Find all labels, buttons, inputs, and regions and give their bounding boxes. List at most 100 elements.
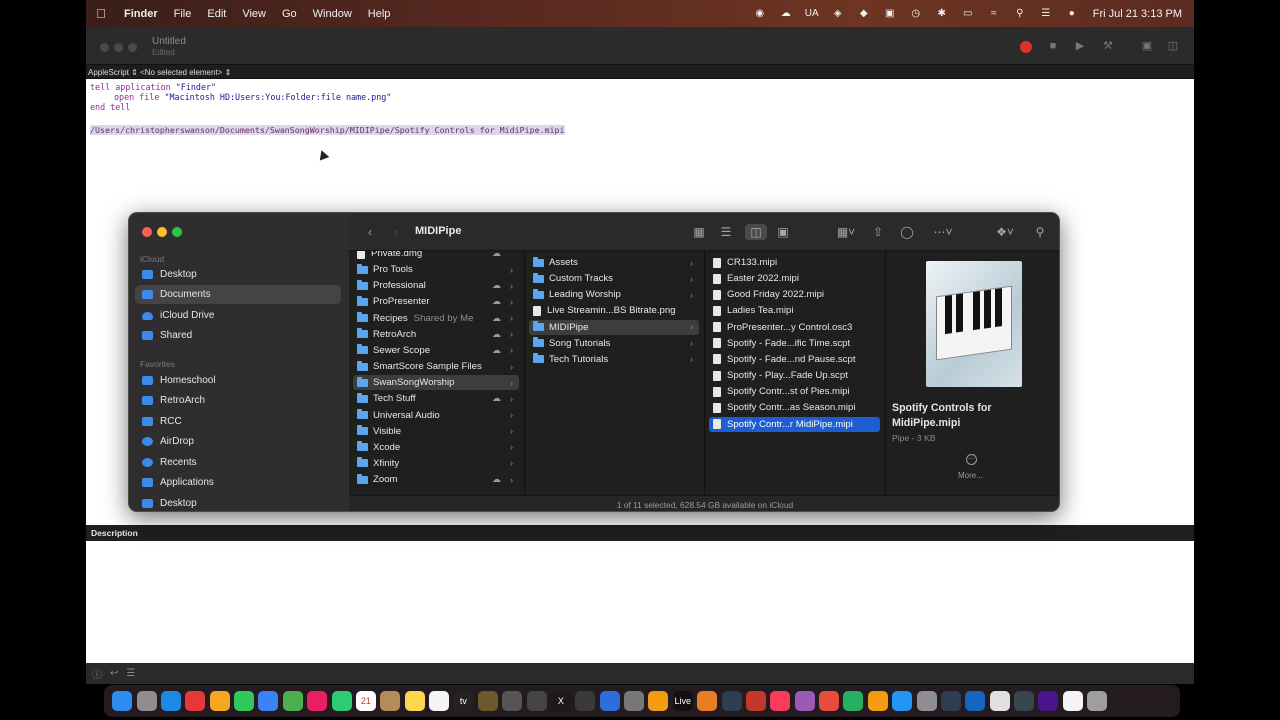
finder-icon[interactable] (112, 691, 133, 711)
battery-icon[interactable]: ▭ (955, 8, 981, 19)
folder-row[interactable]: Song Tutorials › (529, 336, 699, 351)
cloud-download-icon[interactable]: ☁ (492, 280, 501, 291)
reply-icon[interactable]: ↩ (110, 668, 118, 679)
messages-icon[interactable] (234, 691, 255, 711)
cloud-download-icon[interactable]: ☁ (492, 313, 501, 324)
browser-icon[interactable] (965, 691, 986, 711)
file-row[interactable]: ProPresenter...y Control.osc3 (709, 320, 880, 335)
tools-icon[interactable] (575, 691, 596, 711)
script-editor-icon[interactable] (989, 691, 1010, 711)
piano-icon[interactable] (599, 691, 620, 711)
list-icon[interactable]: ☰ (126, 668, 135, 679)
folder-row[interactable]: Tech Stuff ☁ › (353, 391, 519, 406)
menu-window[interactable]: Window (305, 8, 360, 20)
back-chevron-icon[interactable]: ‹ (361, 224, 379, 240)
folder-row[interactable]: Visible › (353, 424, 519, 439)
action-menu-icon[interactable]: ⋯˅ (929, 224, 957, 240)
file-row[interactable]: Live Streamin...BS Bitrate.png (529, 303, 699, 318)
folder-row[interactable]: Zoom ☁ › (353, 472, 519, 487)
menu-view[interactable]: View (234, 8, 274, 20)
folder-row[interactable]: RetroArch ☁ › (353, 327, 519, 342)
sidebar-item-applications[interactable]: Applications (135, 473, 341, 492)
record-icon[interactable]: ◉ (747, 8, 773, 19)
file-row[interactable]: Spotify - Fade...ific Time.scpt (709, 336, 880, 351)
column-view-icon[interactable]: ◫ (745, 224, 767, 240)
sidebar-item-documents[interactable]: Documents (135, 285, 341, 304)
close-button[interactable] (100, 43, 109, 52)
network-icon[interactable]: ◈ (825, 8, 851, 19)
x-icon[interactable]: X (550, 691, 571, 711)
search-icon[interactable]: ⚲ (1007, 8, 1033, 19)
sidebar-item-rcc[interactable]: RCC (135, 412, 341, 431)
folder-row[interactable]: SwanSongWorship › (353, 375, 519, 391)
sidebar-item-desktop[interactable]: Desktop (135, 265, 341, 284)
folder-row[interactable]: Leading Worship › (529, 287, 699, 302)
compile-hammer-icon[interactable]: ⚒ (1101, 39, 1115, 53)
more-button[interactable]: More... (958, 471, 983, 480)
prompter-icon[interactable] (721, 691, 742, 711)
menu-clock[interactable]: Fri Jul 21 3:13 PM (1085, 8, 1194, 20)
share-icon[interactable]: ⇧ (869, 224, 887, 240)
podcasts-icon[interactable] (794, 691, 815, 711)
cloud-download-icon[interactable]: ☁ (492, 296, 501, 307)
xcode-edit-icon[interactable] (526, 691, 547, 711)
menu-app-name[interactable]: Finder (116, 8, 166, 20)
photos-app-icon[interactable] (307, 691, 328, 711)
system-settings-icon[interactable] (916, 691, 937, 711)
cloud-download-icon[interactable]: ☁ (492, 393, 501, 404)
file-row[interactable]: Spotify - Fade...nd Pause.scpt (709, 352, 880, 367)
news-icon[interactable] (819, 691, 840, 711)
menu-go[interactable]: Go (274, 8, 305, 20)
menu-file[interactable]: File (166, 8, 200, 20)
pages-icon[interactable] (867, 691, 888, 711)
music-icon[interactable] (770, 691, 791, 711)
group-by-icon[interactable]: ▦˅ (831, 224, 861, 240)
file-row[interactable]: Spotify - Play...Fade Up.scpt (709, 368, 880, 383)
reminders-icon[interactable] (429, 691, 450, 711)
folder-row[interactable]: Xfinity › (353, 456, 519, 471)
live-icon[interactable]: Live (672, 691, 693, 711)
clock-icon[interactable]: ◷ (903, 8, 929, 19)
mixer-icon[interactable] (502, 691, 523, 711)
description-header[interactable]: Description (86, 525, 1194, 541)
sidebar-item-desktop-2[interactable]: Desktop (135, 494, 341, 511)
folder-row[interactable]: SmartScore Sample Files › (353, 359, 519, 374)
info-icon[interactable]: ⓘ (92, 666, 102, 681)
language-selector[interactable]: AppleScript (88, 68, 129, 77)
calendar-icon[interactable]: 21 (355, 691, 376, 711)
folder-row[interactable]: Custom Tracks › (529, 271, 699, 286)
cloud-download-icon[interactable]: ☁ (492, 474, 501, 485)
steering-icon[interactable] (940, 691, 961, 711)
stop-button[interactable]: ■ (1046, 39, 1060, 53)
file-row[interactable]: Good Friday 2022.mipi (709, 287, 880, 302)
record-button[interactable] (1020, 41, 1032, 53)
app-store-icon[interactable] (892, 691, 913, 711)
numbers-icon[interactable] (843, 691, 864, 711)
file-row[interactable]: Spotify Contr...st of Pies.mipi (709, 384, 880, 399)
trash-icon[interactable] (1087, 691, 1108, 711)
folder-row[interactable]: Universal Audio › (353, 408, 519, 423)
mail-icon[interactable] (258, 691, 279, 711)
apple-menu-icon[interactable]:  (86, 6, 116, 21)
minimize-button[interactable] (114, 43, 123, 52)
file-row[interactable]: Private.dmg ☁ (353, 251, 519, 261)
finder-zoom-button[interactable] (172, 227, 182, 237)
file-row[interactable]: Spotify Contr...as Season.mipi (709, 400, 880, 415)
folder-row[interactable]: Sewer Scope ☁ › (353, 343, 519, 358)
folder-row[interactable]: MIDIPipe › (529, 319, 699, 335)
folder-row[interactable]: ProPresenter ☁ › (353, 294, 519, 309)
sidebar-item-airdrop[interactable]: AirDrop (135, 432, 341, 451)
sidebar-item-shared[interactable]: Shared (135, 326, 341, 345)
finder-close-button[interactable] (142, 227, 152, 237)
cloud-download-icon[interactable]: ☁ (492, 345, 501, 356)
sidebar-item-retroarch[interactable]: RetroArch (135, 391, 341, 410)
maps-icon[interactable] (282, 691, 303, 711)
play-icon[interactable] (745, 691, 766, 711)
finder-minimize-button[interactable] (157, 227, 167, 237)
bluetooth-icon[interactable]: ✱ (929, 8, 955, 19)
sidebar-toggle-icon[interactable]: ◫ (1166, 39, 1180, 53)
notes-icon[interactable] (404, 691, 425, 711)
icon-view-icon[interactable]: ▦ (690, 224, 708, 240)
document-icon[interactable] (1062, 691, 1083, 711)
folder-row[interactable]: Professional ☁ › (353, 278, 519, 293)
